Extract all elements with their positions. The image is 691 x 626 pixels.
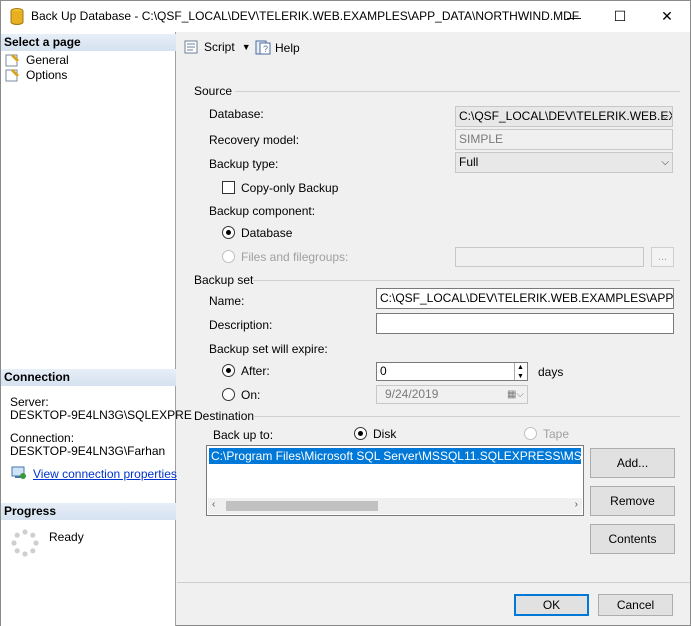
- destination-group-label: Destination: [194, 409, 255, 423]
- destination-list-item[interactable]: C:\Program Files\Microsoft SQL Server\MS…: [209, 448, 581, 464]
- svg-text:?: ?: [263, 44, 268, 54]
- recovery-model-field: SIMPLE: [455, 129, 673, 150]
- script-button[interactable]: Script ▼: [184, 40, 251, 54]
- help-button[interactable]: ? Help: [255, 40, 300, 55]
- close-button[interactable]: ✕: [644, 1, 690, 32]
- database-value: C:\QSF_LOCAL\DEV\TELERIK.WEB.EX: [459, 109, 673, 123]
- expire-after-label: After:: [241, 364, 270, 378]
- source-divider: [235, 91, 680, 92]
- destination-divider: [253, 416, 680, 417]
- component-files-label: Files and filegroups:: [241, 250, 349, 264]
- component-files-radio[interactable]: [222, 250, 235, 263]
- expire-after-radio[interactable]: [222, 364, 235, 377]
- tape-radio[interactable]: [524, 427, 537, 440]
- backup-set-divider: [253, 280, 680, 281]
- general-page: Source Database: C:\QSF_LOCAL\DEV\TELERI…: [177, 66, 690, 582]
- script-icon: [184, 40, 198, 54]
- server-label: Server:: [10, 395, 49, 409]
- tape-label: Tape: [543, 427, 570, 441]
- select-page-header: Select a page: [1, 34, 176, 51]
- component-database-radio[interactable]: [222, 226, 235, 239]
- ok-button[interactable]: OK: [514, 594, 589, 616]
- copy-only-checkbox[interactable]: [222, 181, 235, 194]
- scrollbar-thumb[interactable]: [226, 501, 378, 511]
- database-select[interactable]: C:\QSF_LOCAL\DEV\TELERIK.WEB.EX ⌵: [455, 106, 673, 127]
- help-label: Help: [275, 40, 300, 55]
- view-connection-properties-link[interactable]: View connection properties: [33, 467, 177, 481]
- remove-button[interactable]: Remove: [590, 486, 675, 516]
- expire-on-radio[interactable]: [222, 388, 235, 401]
- connection-value: DESKTOP-9E4LN3G\Farhan: [10, 444, 166, 458]
- description-input[interactable]: [376, 313, 674, 334]
- footer-divider: [177, 582, 690, 583]
- backup-set-group-label: Backup set: [194, 273, 254, 287]
- backup-component-label: Backup component:: [209, 204, 316, 218]
- expire-on-label: On:: [241, 388, 261, 402]
- database-icon: [10, 8, 24, 25]
- backup-name-value: C:\QSF_LOCAL\DEV\TELERIK.WEB.EXAMPLES\AP…: [380, 291, 674, 305]
- backup-database-window: Back Up Database - C:\QSF_LOCAL\DEV\TELE…: [0, 0, 691, 626]
- help-book-icon: ?: [255, 40, 271, 55]
- name-label: Name:: [209, 294, 245, 308]
- contents-button[interactable]: Contents: [590, 524, 675, 554]
- cancel-button[interactable]: Cancel: [598, 594, 673, 616]
- toolbar: Script ▼ ? Help: [177, 32, 690, 66]
- expire-days-value: 0: [380, 364, 387, 378]
- expire-date-picker[interactable]: 9/24/2019 ▦⌵: [376, 385, 528, 404]
- add-button[interactable]: Add...: [590, 448, 675, 478]
- expire-days-stepper[interactable]: 0 ▲ ▼: [376, 362, 528, 381]
- progress-header: Progress: [1, 503, 176, 520]
- wrench-page-icon: [5, 53, 19, 66]
- scroll-right-icon[interactable]: ›: [575, 499, 578, 510]
- description-label: Description:: [209, 318, 273, 332]
- spin-up-icon[interactable]: ▲: [515, 363, 526, 372]
- spin-buttons[interactable]: ▲ ▼: [514, 363, 526, 380]
- copy-only-label: Copy-only Backup: [241, 181, 339, 195]
- page-item-options[interactable]: Options: [5, 67, 67, 82]
- filegroups-browse-button[interactable]: ...: [651, 247, 674, 267]
- page-item-label: Options: [26, 67, 68, 82]
- backup-to-label: Back up to:: [213, 428, 274, 442]
- days-label: days: [538, 365, 564, 379]
- scroll-left-icon[interactable]: ‹: [212, 499, 215, 510]
- title-bar: Back Up Database - C:\QSF_LOCAL\DEV\TELE…: [1, 1, 690, 32]
- spin-down-icon[interactable]: ▼: [515, 372, 526, 380]
- filegroups-field: [455, 247, 644, 267]
- maximize-button[interactable]: ☐: [597, 1, 643, 32]
- database-label: Database:: [209, 107, 264, 121]
- recovery-model-value: SIMPLE: [459, 132, 504, 146]
- left-panel: Select a page General Options Connection…: [1, 32, 192, 626]
- connection-header: Connection: [1, 369, 176, 386]
- disk-label: Disk: [373, 427, 397, 441]
- chevron-down-icon: ⌵: [661, 111, 669, 122]
- backup-type-value: Full: [459, 155, 479, 169]
- server-value: DESKTOP-9E4LN3G\SQLEXPRE: [10, 408, 192, 422]
- connection-properties-icon: [11, 466, 26, 479]
- script-label: Script: [204, 40, 235, 54]
- wrench-page-icon: [5, 68, 19, 81]
- progress-spinner-icon: [11, 529, 39, 557]
- window-title: Back Up Database - C:\QSF_LOCAL\DEV\TELE…: [31, 9, 580, 23]
- recovery-model-label: Recovery model:: [209, 133, 300, 147]
- page-item-label: General: [26, 52, 69, 67]
- backup-type-select[interactable]: Full ⌵: [455, 152, 673, 173]
- chevron-down-icon: ⌵: [661, 157, 669, 168]
- connection-label: Connection:: [10, 431, 75, 445]
- destination-list[interactable]: C:\Program Files\Microsoft SQL Server\MS…: [206, 445, 584, 516]
- calendar-dropdown-icon: ▦⌵: [506, 389, 524, 400]
- backup-name-input[interactable]: C:\QSF_LOCAL\DEV\TELERIK.WEB.EXAMPLES\AP…: [376, 288, 674, 309]
- expire-label: Backup set will expire:: [209, 342, 328, 356]
- page-item-general[interactable]: General: [5, 52, 69, 67]
- minimize-button[interactable]: —: [551, 1, 597, 32]
- expire-date-value: 9/24/2019: [385, 387, 439, 401]
- backup-type-label: Backup type:: [209, 157, 279, 171]
- chevron-down-icon: ▼: [241, 42, 251, 52]
- disk-radio[interactable]: [354, 427, 367, 440]
- progress-status: Ready: [49, 530, 84, 544]
- component-database-label: Database: [241, 226, 293, 240]
- source-group-label: Source: [194, 84, 233, 98]
- horizontal-scrollbar[interactable]: ‹ ›: [208, 498, 582, 514]
